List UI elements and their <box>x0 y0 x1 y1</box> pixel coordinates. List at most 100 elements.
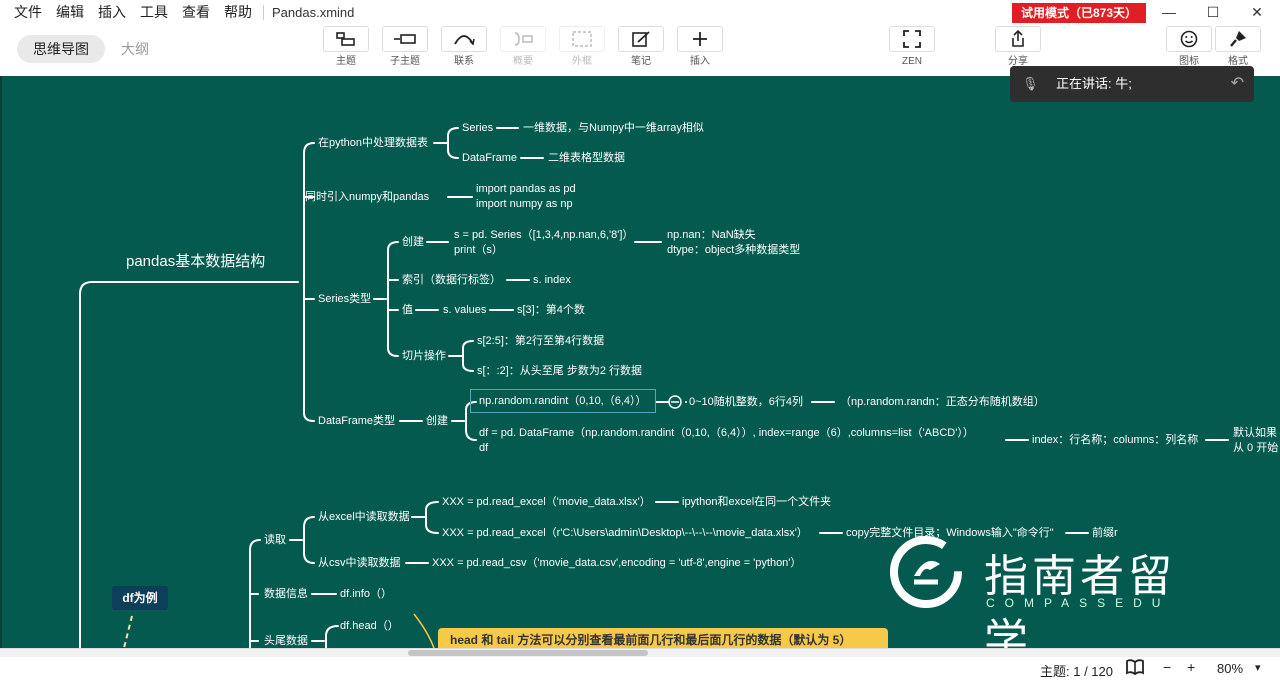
topic-series-create-code1[interactable]: s = pd. Series（[1,3,4,np.nan,6,'8']） <box>454 228 633 242</box>
brush-icon <box>1230 31 1246 47</box>
topic-randint-selected[interactable]: np.random.randint（0,10,（6,4）） <box>470 389 656 413</box>
insert-label: 插入 <box>690 56 710 67</box>
menu-edit[interactable]: 编辑 <box>49 0 91 24</box>
close-button[interactable]: ✕ <box>1234 0 1280 24</box>
watermark-en: COMPASSEDU <box>986 596 1171 610</box>
menu-help[interactable]: 帮助 <box>217 0 259 24</box>
zen-label: ZEN <box>902 56 922 67</box>
voice-input-text: 正在讲话: 牛; <box>1056 76 1132 91</box>
scrollbar-thumb[interactable] <box>408 650 648 656</box>
topic-series-values-desc[interactable]: s[3]：第4个数 <box>517 303 585 317</box>
topic-series-index-code[interactable]: s. index <box>533 273 571 287</box>
horizontal-scrollbar[interactable] <box>0 649 1280 657</box>
callout-head-tail-note[interactable]: head 和 tail 方法可以分别查看最前面几行和最后面几行的数据（默认为 5… <box>438 628 888 648</box>
relationship-button[interactable]: 联系 <box>440 24 488 76</box>
note-label: 笔记 <box>631 56 651 67</box>
subtopic-icon <box>394 34 416 44</box>
topic-read-excel[interactable]: 从excel中读取数据 <box>318 510 410 524</box>
topic-head-code[interactable]: df.head（） <box>340 619 399 633</box>
topic-data-info-code[interactable]: df.info（） <box>340 587 392 601</box>
compass-logo-icon <box>890 536 962 608</box>
topic-read-csv-code[interactable]: XXX = pd.read_csv（'movie_data.csv',encod… <box>432 556 801 570</box>
floating-topic-df-example[interactable]: df为例 <box>112 586 168 610</box>
subtopic-button[interactable]: 子主题 <box>381 24 429 76</box>
topic-series-type[interactable]: Series类型 <box>318 292 371 306</box>
topic-randint-desc[interactable]: 0~10随机整数，6行4列 <box>689 395 803 409</box>
relationship-icon <box>454 35 475 46</box>
topic-series-values-code[interactable]: s. values <box>443 303 486 317</box>
topic-dataframe-desc[interactable]: 二维表格型数据 <box>548 151 625 165</box>
book-icon[interactable] <box>1126 659 1144 678</box>
topic-button[interactable]: 主题 <box>322 24 370 76</box>
smiley-icon <box>1180 30 1198 48</box>
watermark-cn: 指南者留学 <box>984 551 1176 648</box>
maximize-button[interactable]: ☐ <box>1190 0 1236 24</box>
topic-read-csv[interactable]: 从csv中读取数据 <box>318 556 401 570</box>
boundary-button[interactable]: 外框 <box>558 24 606 76</box>
mindmap-canvas[interactable]: pandas基本数据结构 在python中处理数据表 Series 一维数据，与… <box>0 76 1280 648</box>
minimize-button[interactable]: — <box>1146 0 1192 24</box>
topic-read-excel-desc1[interactable]: ipython和excel在同一个文件夹 <box>682 495 831 509</box>
topic-dataframe-create[interactable]: 创建 <box>426 414 448 428</box>
subtopic-label: 子主题 <box>390 56 420 67</box>
tab-mindmap[interactable]: 思维导图 <box>17 35 105 63</box>
chevron-down-icon[interactable]: ▾ <box>1255 661 1261 674</box>
plus-icon <box>693 32 707 46</box>
topic-df-index-columns[interactable]: index：行名称；columns：列名称 <box>1032 433 1198 447</box>
topic-python-tables[interactable]: 在python中处理数据表 <box>318 136 428 150</box>
tab-outline[interactable]: 大纲 <box>105 35 165 63</box>
summary-icon <box>514 32 533 46</box>
fullscreen-icon <box>903 30 921 48</box>
topic-randn-note[interactable]: （np.random.randn：正态分布随机数组） <box>840 395 1045 409</box>
topic-series-values[interactable]: 值 <box>402 303 413 317</box>
compassedu-watermark: 指南者留学 COMPASSEDU <box>890 536 1220 648</box>
undo-icon[interactable]: ↶ <box>1231 66 1244 102</box>
insert-button[interactable]: 插入 <box>676 24 724 76</box>
xmind-window: 文件 编辑 插入 工具 查看 帮助 Pandas.xmind 试用模式（已873… <box>0 0 1280 680</box>
topic-slice-step[interactable]: s[：:2]：从头至尾 步数为2 行数据 <box>477 364 642 378</box>
topic-df-code1[interactable]: df = pd. DataFrame（np.random.randint（0,1… <box>479 426 974 440</box>
menu-insert[interactable]: 插入 <box>91 0 133 24</box>
topic-dtype-note[interactable]: dtype：object多种数据类型 <box>667 243 800 257</box>
topic-series-desc[interactable]: 一维数据，与Numpy中一维array相似 <box>523 121 704 135</box>
zoom-out-button[interactable]: − <box>1163 659 1171 675</box>
topic-head-tail[interactable]: 头尾数据 <box>264 634 308 648</box>
topic-df-code2[interactable]: df <box>479 441 488 455</box>
menu-file[interactable]: 文件 <box>0 0 49 24</box>
summary-label: 概要 <box>513 56 533 67</box>
topic-df-default-1[interactable]: 默认如果 <box>1233 426 1277 440</box>
topic-dataframe-type[interactable]: DataFrame类型 <box>318 414 395 428</box>
topic-series-create[interactable]: 创建 <box>402 235 424 249</box>
note-icon <box>632 31 650 47</box>
voice-input-popup: 🎙 正在讲话: 牛; ↶ <box>1010 66 1254 102</box>
note-button[interactable]: 笔记 <box>617 24 665 76</box>
topic-series-index[interactable]: 索引（数据行标签） <box>402 273 501 287</box>
topic-data-info[interactable]: 数据信息 <box>264 587 308 601</box>
topic-slice-range[interactable]: s[2:5]：第2行至第4行数据 <box>477 334 604 348</box>
topic-import-numpy[interactable]: import numpy as np <box>476 197 573 211</box>
topic-df-default-2[interactable]: 从 0 开始 <box>1233 441 1278 455</box>
zoom-level[interactable]: 80% <box>1217 661 1243 676</box>
topic-import[interactable]: 同时引入numpy和pandas <box>305 190 429 204</box>
zen-button[interactable]: ZEN <box>888 24 936 76</box>
root-topic[interactable]: pandas基本数据结构 <box>126 254 265 269</box>
boundary-icon <box>572 31 592 47</box>
topic-nan-note[interactable]: np.nan：NaN缺失 <box>667 228 756 242</box>
menu-tools[interactable]: 工具 <box>133 0 175 24</box>
menu-view[interactable]: 查看 <box>175 0 217 24</box>
document-title: Pandas.xmind <box>263 4 354 20</box>
trial-mode-badge[interactable]: 试用模式（已873天） <box>1012 3 1147 23</box>
zoom-in-button[interactable]: + <box>1187 659 1195 675</box>
share-icon <box>1012 30 1024 47</box>
topic-read-excel-code1[interactable]: XXX = pd.read_excel（'movie_data.xlsx'） <box>442 495 651 509</box>
summary-button[interactable]: 概要 <box>499 24 547 76</box>
topic-label: 主题 <box>336 56 356 67</box>
topic-series-create-code2[interactable]: print（s） <box>454 243 503 257</box>
topic-series-slice[interactable]: 切片操作 <box>402 349 446 363</box>
topic-import-pandas[interactable]: import pandas as pd <box>476 182 576 196</box>
microphone-icon[interactable]: 🎙 <box>1022 66 1039 102</box>
topic-read[interactable]: 读取 <box>264 533 286 547</box>
topic-dataframe[interactable]: DataFrame <box>462 151 517 165</box>
topic-read-excel-code2[interactable]: XXX = pd.read_excel（r'C:\Users\admin\Des… <box>442 526 808 540</box>
topic-series[interactable]: Series <box>462 121 493 135</box>
